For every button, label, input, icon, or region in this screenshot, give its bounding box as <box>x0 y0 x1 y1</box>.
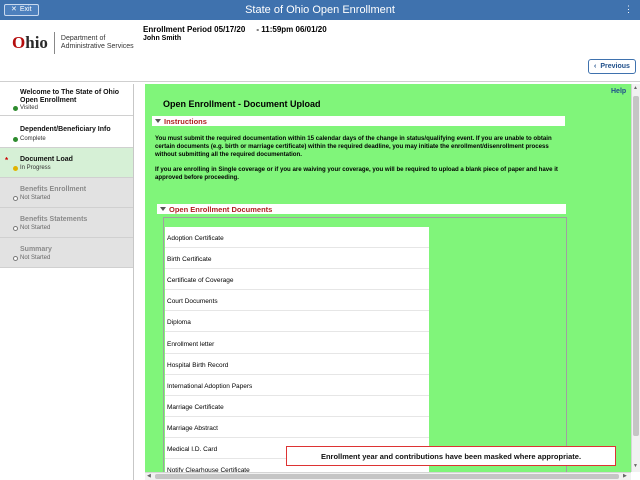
scroll-down-icon[interactable]: ▼ <box>633 463 638 469</box>
list-item[interactable]: Adoption Certificate <box>165 227 429 249</box>
sidebar-step-summary: Summary Not Started <box>0 238 133 268</box>
scroll-up-icon[interactable]: ▲ <box>633 85 638 91</box>
scrollbar-thumb[interactable] <box>155 474 619 479</box>
scroll-left-icon[interactable]: ◀ <box>147 473 151 479</box>
step-label: Document Load <box>20 156 73 163</box>
status-dot-icon <box>13 105 18 111</box>
ohio-logo-wordmark: Ohio <box>12 33 48 52</box>
step-label: Benefits Enrollment <box>20 186 87 193</box>
ohio-logo: Ohio Department of Administrative Servic… <box>12 32 134 54</box>
list-item[interactable]: Hospital Birth Record <box>165 354 429 375</box>
step-label: Summary <box>20 246 52 253</box>
scroll-right-icon[interactable]: ▶ <box>623 473 627 479</box>
sidebar-step-dependent[interactable]: Dependent/Beneficiary Info Complete <box>0 116 133 148</box>
instructions-section-header[interactable]: Instructions <box>152 116 565 126</box>
step-status: Not Started <box>13 255 50 261</box>
sidebar-step-benefits-statements: Benefits Statements Not Started <box>0 208 133 238</box>
list-item[interactable]: Marriage Certificate <box>165 396 429 417</box>
documents-list: Adoption Certificate Birth Certificate C… <box>165 227 429 472</box>
step-label: Welcome to The State of Ohio Open Enroll… <box>20 89 120 104</box>
step-status: Not Started <box>13 195 50 201</box>
collapse-icon <box>155 119 161 123</box>
list-item[interactable]: Enrollment letter <box>165 332 429 354</box>
status-dot-icon <box>13 195 18 201</box>
page-title: Open Enrollment - Document Upload <box>163 99 321 109</box>
sidebar-step-document-load[interactable]: * Document Load In Progress <box>0 148 133 178</box>
previous-label: Previous <box>600 63 630 70</box>
step-label: Benefits Statements <box>20 216 88 223</box>
department-name: Department of Administrative Services <box>60 35 134 50</box>
instructions-header-label: Instructions <box>164 116 207 126</box>
collapse-icon <box>160 207 166 211</box>
list-item[interactable]: Diploma <box>165 311 429 333</box>
logo-divider <box>53 32 55 54</box>
enrollment-period: Enrollment Period 05/17/20 - 11:59pm 06/… <box>143 25 327 34</box>
top-bar: ✕ Exit State of Ohio Open Enrollment ⋮ <box>0 0 640 20</box>
user-name: John Smith <box>143 35 182 42</box>
documents-header-label: Open Enrollment Documents <box>169 204 273 214</box>
menu-icon[interactable]: ⋮ <box>624 5 634 14</box>
status-dot-icon <box>13 225 18 231</box>
status-dot-icon <box>13 255 18 261</box>
list-item[interactable]: Certificate of Coverage <box>165 269 429 291</box>
instructions-paragraph-2: If you are enrolling in Single coverage … <box>155 166 558 181</box>
step-status: Complete <box>13 136 46 142</box>
sidebar: Welcome to The State of Ohio Open Enroll… <box>0 84 134 480</box>
app-title: State of Ohio Open Enrollment <box>245 4 395 16</box>
status-dot-icon <box>13 136 18 142</box>
scrollbar-thumb[interactable] <box>633 96 639 436</box>
documents-section-header[interactable]: Open Enrollment Documents <box>157 204 566 214</box>
list-item[interactable]: Marriage Abstract <box>165 417 429 438</box>
sidebar-step-welcome[interactable]: Welcome to The State of Ohio Open Enroll… <box>0 84 133 116</box>
current-step-icon: * <box>5 156 9 165</box>
sidebar-step-benefits-enrollment: Benefits Enrollment Not Started <box>0 178 133 208</box>
step-status: Not Started <box>13 225 50 231</box>
list-item[interactable]: Court Documents <box>165 290 429 312</box>
chevron-left-icon: ‹ <box>594 63 597 70</box>
horizontal-scrollbar[interactable]: ◀ ▶ <box>145 472 631 480</box>
previous-button[interactable]: ‹ Previous <box>588 59 636 74</box>
header: Ohio Department of Administrative Servic… <box>0 20 640 82</box>
vertical-scrollbar[interactable]: ▲ ▼ <box>631 84 640 472</box>
step-status: In Progress <box>13 165 51 171</box>
list-item[interactable]: International Adoption Papers <box>165 375 429 396</box>
status-dot-icon <box>13 165 18 171</box>
list-item[interactable]: Birth Certificate <box>165 248 429 270</box>
step-status: Visited <box>13 105 38 111</box>
step-label: Dependent/Beneficiary Info <box>20 126 111 133</box>
instructions-paragraph-1: You must submit the required documentati… <box>155 135 552 158</box>
help-link[interactable]: Help <box>611 88 626 95</box>
main-content: Help Open Enrollment - Document Upload I… <box>145 84 640 472</box>
masking-notice: Enrollment year and contributions have b… <box>286 446 616 466</box>
